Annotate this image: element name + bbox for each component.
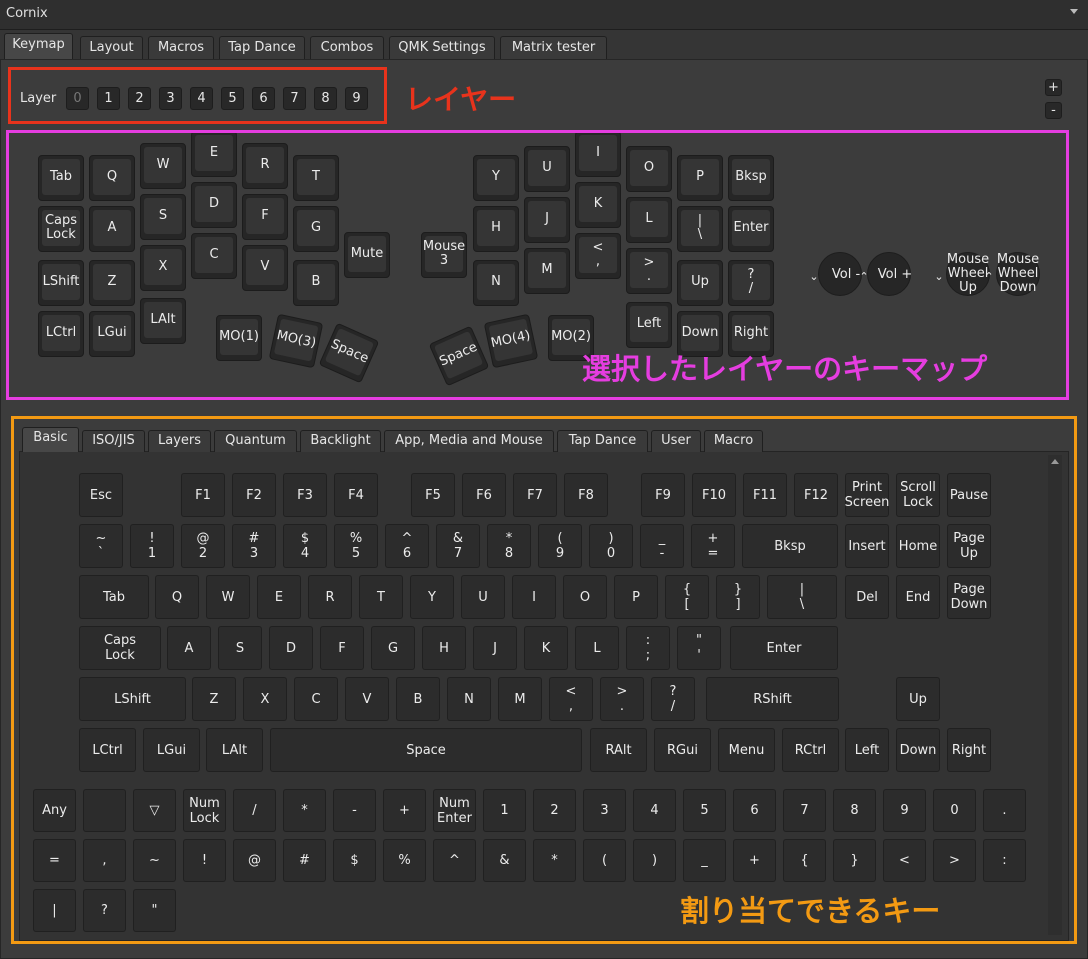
tab-keymap[interactable]: Keymap	[4, 33, 73, 60]
tab-layout[interactable]: Layout	[80, 36, 143, 60]
chevron-down-icon[interactable]	[1070, 9, 1078, 14]
layer-annotation: レイヤー	[405, 83, 517, 116]
layer-annotation-box	[8, 67, 387, 124]
add-layer-button[interactable]: +	[1045, 79, 1062, 96]
tab-combos[interactable]: Combos	[310, 36, 384, 60]
assignable-annotation: 割り当てできるキー	[680, 894, 941, 928]
app-title: Cornix	[6, 6, 48, 21]
app-titlebar[interactable]: Cornix	[0, 0, 1088, 30]
tab-matrix-tester[interactable]: Matrix tester	[500, 36, 607, 60]
tab-macros[interactable]: Macros	[148, 36, 214, 60]
tab-qmk-settings[interactable]: QMK Settings	[389, 36, 495, 60]
tab-tap-dance[interactable]: Tap Dance	[219, 36, 305, 60]
remove-layer-button[interactable]: -	[1045, 102, 1062, 119]
assignable-annotation-box	[11, 416, 1077, 944]
keymap-annotation: 選択したレイヤーのキーマップ	[582, 352, 988, 386]
